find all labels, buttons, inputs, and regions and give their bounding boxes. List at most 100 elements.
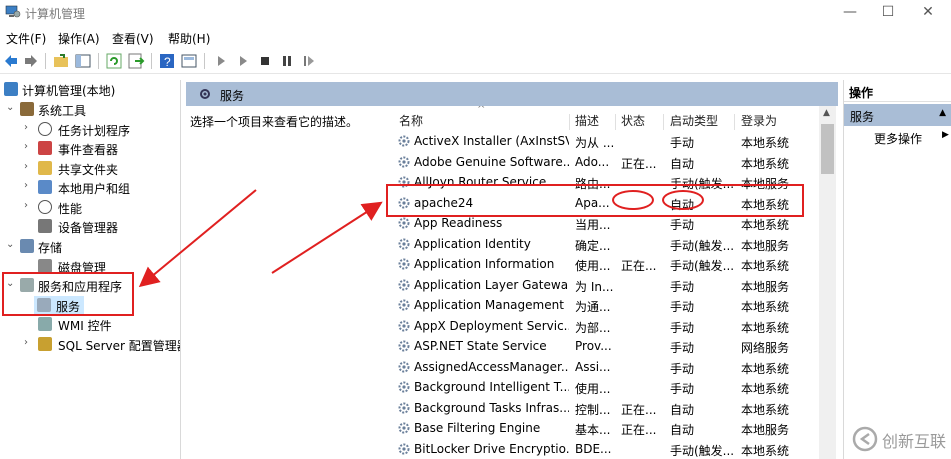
service-name: App Readiness [414,216,503,230]
table-row[interactable]: Application Identity 确定... 手动(触发... 本地服务 [393,234,818,254]
back-icon[interactable] [2,52,20,70]
tree-device-manager[interactable]: 设备管理器 [0,217,180,236]
table-row[interactable]: AppX Deployment Servic... 为部... 手动 本地系统 [393,316,818,336]
more-actions[interactable]: 更多操作 ▶ [874,130,949,147]
start-icon[interactable] [212,52,230,70]
gear-icon [398,361,410,372]
chevron-down-icon[interactable]: ⌄ [6,102,16,113]
event-viewer-icon [38,141,52,155]
close-button[interactable]: ✕ [905,0,951,26]
service-log-on-as: 本地系统 [741,402,790,417]
collapse-icon[interactable]: ▲ [939,108,946,118]
tree-sql-server[interactable]: › SQL Server 配置管理器 [0,335,180,354]
computer-management-icon [4,82,18,96]
menu-bar: 文件(F) 操作(A) 查看(V) 帮助(H) [0,27,951,47]
export-icon[interactable] [127,52,145,70]
column-name[interactable]: 名称 [399,112,423,129]
service-description: 为从 ... [575,136,615,150]
column-startup-type[interactable]: 启动类型 [670,112,718,129]
column-status[interactable]: 状态 [621,112,645,129]
table-row[interactable]: ASP.NET State Service Prov... 手动 网络服务 [393,336,818,356]
chevron-right-icon[interactable]: › [24,122,34,133]
refresh-icon[interactable] [105,52,123,70]
menu-action[interactable]: 操作(A) [58,30,100,47]
pause-icon[interactable] [278,52,296,70]
tree-task-scheduler[interactable]: › 任务计划程序 [0,120,180,139]
service-log-on-as: 本地服务 [741,238,790,253]
resume-icon[interactable] [300,52,318,70]
table-row[interactable]: ActiveX Installer (AxInstSV) 为从 ... 手动 本地系统 [393,131,818,151]
service-description: 控制... [575,402,611,417]
show-hide-tree-icon[interactable] [74,52,92,70]
annotation-box-apache24 [386,184,804,217]
chevron-right-icon[interactable]: › [24,200,34,211]
scroll-up-icon[interactable]: ▲ [823,108,830,118]
table-row[interactable]: Application Information 使用... 正在... 手动(触发..… [393,254,818,274]
device-manager-icon [38,219,52,233]
gear-icon [200,89,210,99]
service-log-on-as: 本地系统 [741,300,790,314]
gear-icon [398,238,410,249]
performance-icon [38,200,52,214]
table-row[interactable]: Application Management 为通... 手动 本地系统 [393,295,818,315]
menu-view[interactable]: 查看(V) [112,30,154,47]
tree-wmi[interactable]: WMI 控件 [0,315,180,334]
service-name: Background Tasks Infras... [414,400,569,415]
stop-icon[interactable] [256,52,274,70]
tree-system-tools[interactable]: ⌄ 系统工具 [0,100,180,119]
service-description: 为部... [575,320,611,335]
toolbar: ? [0,49,951,74]
service-name: Base Filtering Engine [414,421,541,435]
actions-title: 操作 [844,80,951,102]
table-row[interactable]: BitLocker Drive Encryptio... BDE... 手动(触发.… [393,439,818,459]
annotation-box-tree [2,272,134,316]
service-description: 确定... [575,238,611,253]
chevron-right-icon[interactable]: › [24,180,34,191]
table-row[interactable]: Adobe Genuine Software... Ado... 正在... 自动 本地… [393,152,818,172]
column-description[interactable]: 描述 [575,112,599,129]
service-log-on-as: 本地服务 [741,423,790,437]
column-log-on-as[interactable]: 登录为 [741,112,777,129]
menu-file[interactable]: 文件(F) [6,30,46,47]
scroll-thumb[interactable] [821,124,834,174]
forward-icon[interactable] [22,52,40,70]
table-row[interactable]: Background Intelligent T... 使用... 手动 本地系统 [393,377,818,397]
service-status: 正在... [621,402,657,417]
table-row[interactable]: AssignedAccessManager... Assi... 手动 本地系统 [393,357,818,377]
service-log-on-as: 本地系统 [741,136,790,150]
chevron-right-icon[interactable]: › [24,141,34,152]
up-folder-icon[interactable] [52,52,70,70]
service-startup-type: 手动 [670,382,695,396]
chevron-right-icon[interactable]: › [24,337,34,348]
actions-section-services[interactable]: 服务 ▲ [844,104,951,126]
tree-shared-folders[interactable]: › 共享文件夹 [0,159,180,178]
service-name: Adobe Genuine Software... [414,154,569,169]
properties-icon[interactable] [180,52,198,70]
help-icon[interactable]: ? [158,52,176,70]
service-log-on-as: 本地系统 [741,156,790,171]
panel-title: 服务 [220,89,245,103]
service-description: 当用... [575,218,611,232]
title-bar: 计算机管理 — ☐ ✕ [0,0,951,26]
table-row[interactable]: Background Tasks Infras... 控制... 正在... 自动 本地… [393,398,818,418]
chevron-down-icon[interactable]: ⌄ [6,239,16,250]
service-log-on-as: 网络服务 [741,341,790,355]
tree-storage[interactable]: ⌄ 存储 [0,237,180,256]
chevron-right-icon[interactable]: › [24,161,34,172]
service-name: BitLocker Drive Encryptio... [414,441,569,456]
tree-event-viewer[interactable]: › 事件查看器 [0,139,180,158]
service-log-on-as: 本地系统 [741,259,790,273]
table-row[interactable]: Application Layer Gatewa... 为 In... 手动 本地服务 [393,275,818,295]
service-name: Application Information [414,257,555,271]
tree-root[interactable]: 计算机管理(本地) [0,80,180,99]
menu-help[interactable]: 帮助(H) [168,30,210,47]
services-scrollbar[interactable]: ▲ [819,106,836,459]
service-description: Assi... [575,359,611,374]
gear-icon [398,279,410,290]
tree-performance[interactable]: › 性能 [0,198,180,217]
start-alt-icon[interactable] [234,52,252,70]
table-row[interactable]: Base Filtering Engine 基本... 正在... 自动 本地服务 [393,418,818,438]
gear-icon [398,422,410,434]
users-icon [38,180,52,194]
tree-local-users[interactable]: › 本地用户和组 [0,178,180,197]
